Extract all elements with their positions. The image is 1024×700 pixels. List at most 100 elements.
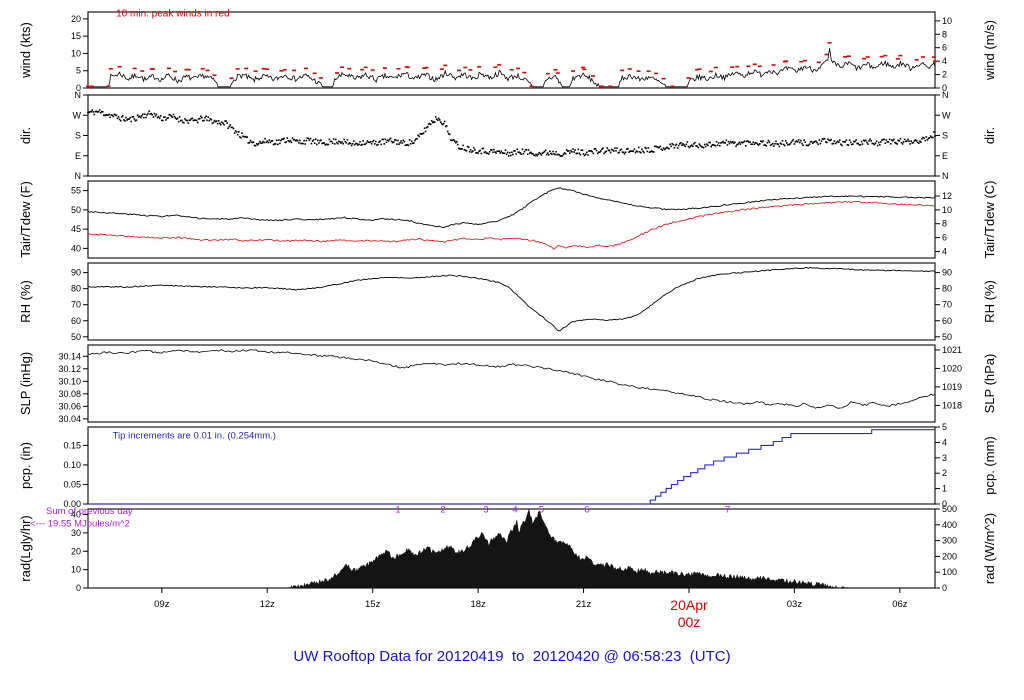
peak-wind-marker [205, 69, 210, 72]
peak-wind-marker [784, 60, 789, 62]
direction-dot [544, 149, 547, 152]
direction-dot [675, 143, 678, 146]
direction-dot [155, 113, 158, 116]
xtick-label-date: 20Apr [670, 597, 708, 613]
direction-dot [915, 140, 918, 142]
direction-dot [637, 146, 640, 149]
y-axis-title-left: SLP (inHg) [18, 352, 33, 415]
direction-dot [934, 135, 936, 137]
direction-dot [579, 153, 582, 156]
direction-dot [335, 138, 337, 141]
direction-dot [128, 118, 130, 120]
direction-dot [568, 150, 570, 152]
direction-dot [225, 120, 227, 122]
panel-rh: 50 60 70 80 90 50 60 70 80 90 RH (%) RH (%) [18, 262, 997, 342]
direction-dot [238, 131, 240, 133]
direction-dot [799, 141, 801, 144]
peak-wind-marker [816, 61, 821, 64]
direction-dot [684, 145, 686, 148]
direction-dot [855, 139, 857, 141]
direction-dot [745, 145, 747, 147]
direction-dot [484, 151, 487, 153]
xtick-label-hour: 00z [678, 614, 701, 630]
direction-dot [869, 138, 871, 140]
peak-wind-marker [746, 65, 751, 68]
direction-dot [676, 147, 679, 149]
direction-dot [512, 153, 514, 156]
peak-wind-marker [477, 66, 482, 68]
peak-wind-marker [360, 68, 365, 71]
direction-dot [520, 153, 523, 155]
direction-dot [208, 119, 211, 122]
direction-dot [226, 122, 228, 124]
direction-dot [116, 117, 119, 120]
peak-wind-marker [824, 53, 829, 56]
direction-dot [817, 143, 819, 146]
direction-dot [436, 119, 439, 122]
direction-dot [248, 141, 251, 144]
direction-dot [926, 139, 929, 141]
ytick-label-left: E [75, 151, 81, 161]
direction-dot [379, 140, 381, 142]
ytick-label-right: 2 [942, 70, 947, 80]
direction-dot [616, 147, 618, 149]
peak-wind-marker [443, 64, 448, 67]
peak-wind-marker [424, 66, 429, 69]
xtick-label: 18z [470, 599, 486, 610]
direction-dot [102, 111, 104, 113]
direction-dot [286, 137, 289, 139]
rh-line [87, 266, 936, 332]
peak-wind-marker [581, 66, 586, 69]
direction-dot [181, 119, 183, 122]
peak-wind-marker [931, 56, 936, 58]
direction-dot [888, 138, 891, 141]
direction-dot [93, 113, 96, 116]
peak-wind-marker [261, 67, 266, 70]
direction-dot [434, 116, 437, 118]
direction-dot [203, 119, 205, 122]
panel-frame [87, 94, 936, 177]
ytick-label-right: 60 [942, 316, 952, 326]
peak-wind-marker [439, 68, 444, 70]
direction-dot [515, 153, 517, 155]
direction-dot [216, 122, 219, 125]
direction-dot [303, 139, 305, 142]
panel-frame [87, 11, 936, 89]
peak-wind-marker [173, 70, 178, 73]
direction-dot [162, 119, 164, 122]
direction-dot [297, 139, 299, 142]
direction-dot [866, 141, 868, 144]
direction-dot [767, 139, 770, 142]
direction-dot [457, 143, 459, 146]
direction-dot [129, 116, 131, 119]
direction-dot [800, 139, 802, 142]
direction-dot [879, 144, 881, 146]
direction-dot [802, 144, 804, 147]
direction-dot [446, 130, 449, 133]
direction-dot [229, 124, 232, 126]
direction-dot [878, 141, 880, 144]
peak-wind-marker [106, 85, 111, 88]
ytick-label-right: 10 [942, 205, 952, 215]
ytick-label-right: 3 [942, 453, 947, 463]
panel-wind: 051015200246810wind (kts) wind (m/s)10 mi… [18, 8, 997, 93]
direction-dot [845, 139, 848, 141]
direction-dot [558, 153, 561, 156]
direction-dot [474, 149, 476, 151]
time-axis: 09z 12z 15z 18z 21z 20Apr00z 03z 06z [154, 588, 908, 630]
y-axis-title-right: Tair/Tdew (C) [982, 180, 997, 258]
direction-dot [433, 121, 436, 123]
peak-wind-marker [920, 56, 925, 58]
peak-wind-marker [799, 60, 804, 63]
direction-dot [587, 154, 589, 156]
direction-dot [241, 132, 243, 134]
direction-dot [380, 143, 382, 146]
direction-dot [228, 125, 231, 128]
ytick-label-right: 200 [942, 551, 957, 561]
direction-dot [312, 139, 315, 141]
direction-dot [275, 139, 278, 141]
direction-dot [308, 139, 311, 142]
direction-dot [233, 132, 236, 134]
direction-dot [561, 155, 564, 157]
direction-dot [383, 143, 386, 145]
